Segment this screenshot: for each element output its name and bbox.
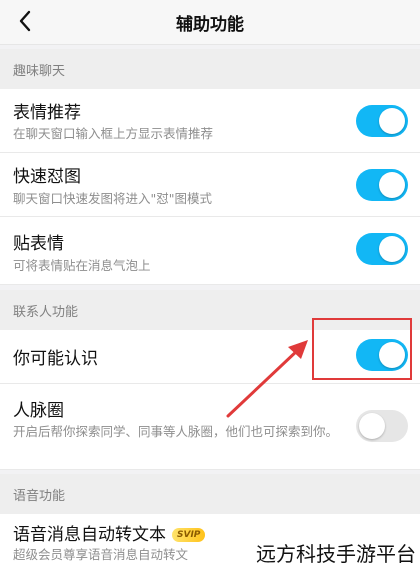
watermark-text: 远方科技手游平台 (256, 542, 416, 566)
annotation-arrow (226, 340, 308, 418)
